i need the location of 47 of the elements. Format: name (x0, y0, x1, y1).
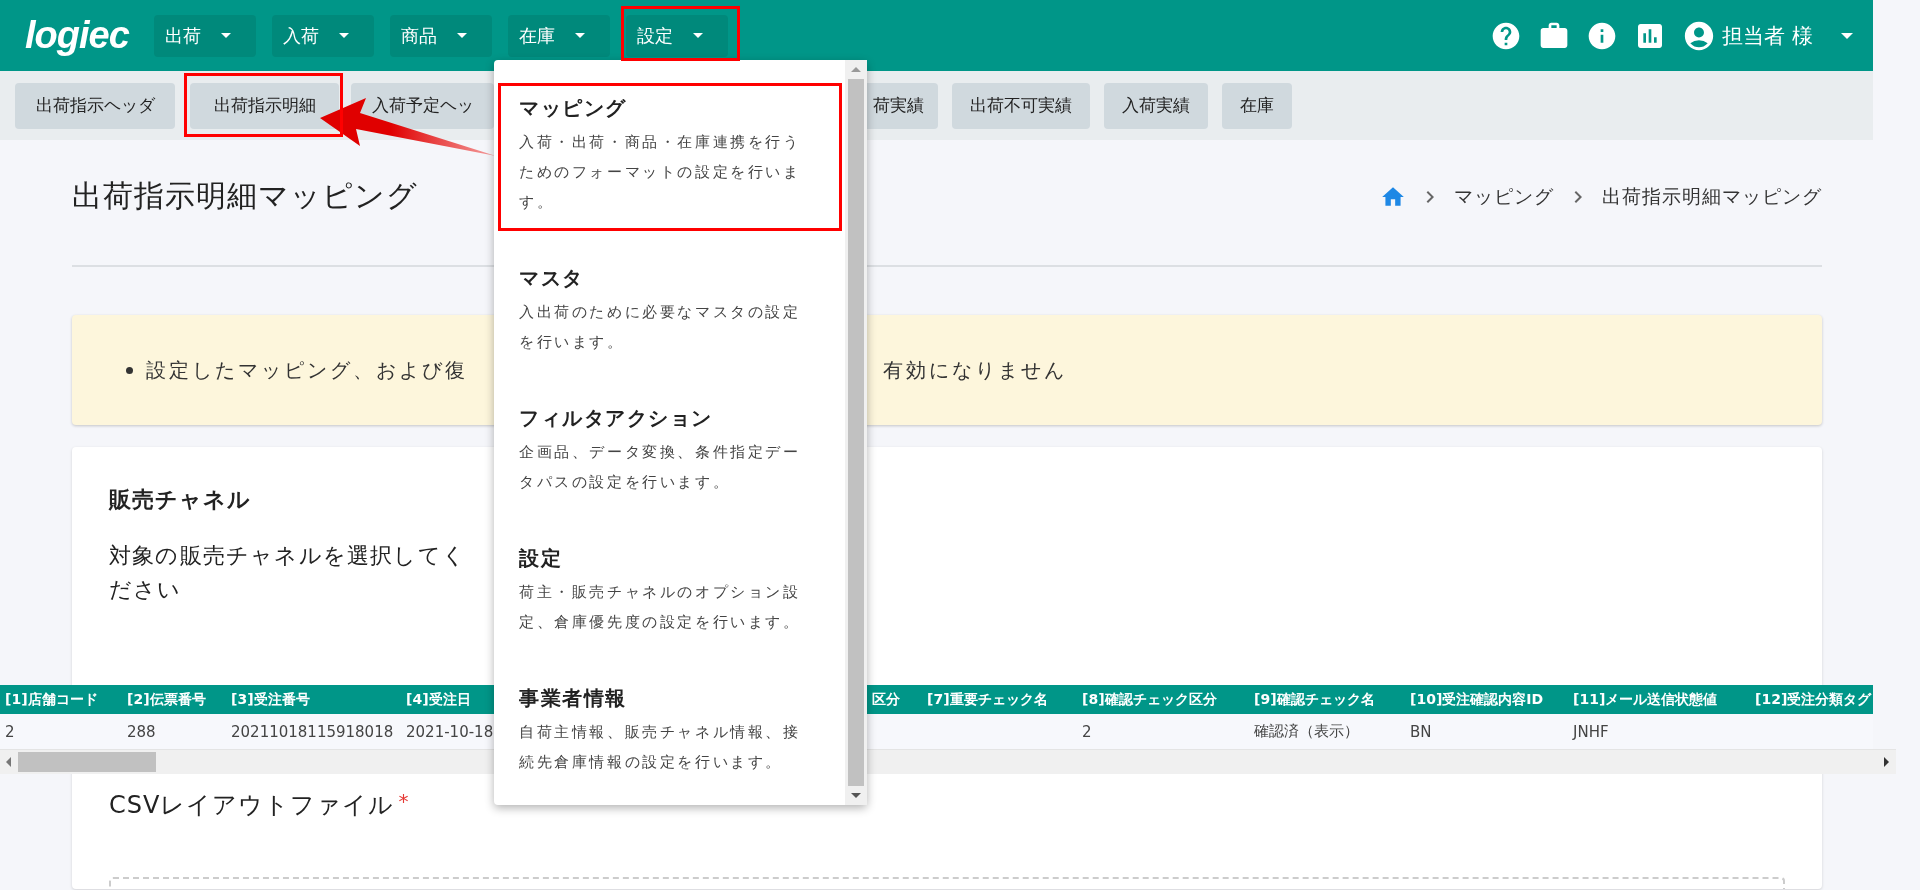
breadcrumb-item: 出荷指示明細マッピング (1602, 183, 1822, 209)
menu-item[interactable]: フィルタアクション 企画品、データ変換、条件指定データパスの設定を行います。 (494, 381, 845, 521)
sub-tab[interactable]: 荷実績 (867, 82, 938, 129)
table-cell-text: 2 (4, 722, 15, 741)
table-cell-text: 2 (1081, 722, 1092, 741)
sub-tab[interactable]: 出荷不可実績 (952, 82, 1090, 129)
column-header: [12]受注分類タグ (1754, 690, 1872, 709)
sub-tab[interactable]: 在庫 (1222, 82, 1292, 129)
menu-button[interactable]: 入荷 (271, 14, 374, 57)
table-cell-text: BN (1409, 722, 1432, 741)
menu-item[interactable]: マスタ 入出荷のために必要なマスタの設定を行います。 (494, 241, 845, 381)
notice-text: 設定したマッピング、および復 (146, 356, 468, 384)
user-menu[interactable]: 担当者 様 (1682, 18, 1853, 53)
menu-item[interactable]: マッピング 入荷・出荷・商品・在庫連携を行うためのフォーマットの設定を行います。 (494, 71, 845, 241)
sub-tab[interactable]: 入荷予定ヘッ (351, 82, 494, 129)
column-header: 区分 (871, 690, 900, 709)
sub-tab[interactable]: 出荷指示ヘッダ (15, 82, 175, 129)
menu-button[interactable]: 設定 (625, 14, 728, 57)
table-cell-text: 確認済（表示） (1253, 722, 1359, 741)
section-title: 販売チャネル (109, 486, 251, 514)
page-title: 出荷指示明細マッピング (72, 177, 418, 215)
required-mark: * (398, 789, 410, 815)
field-label: CSVレイアウトファイル (109, 790, 395, 821)
table-cell-text: 288 (126, 722, 156, 741)
notice-text: 有効になりません (883, 356, 1067, 384)
table-cell-text: 2021-10-18 (405, 722, 494, 741)
table-cell-text: 20211018115918018 (230, 722, 394, 741)
column-header: [4]受注日 (405, 690, 471, 709)
column-header: [3]受注番号 (230, 690, 310, 709)
column-header: [10]受注確認内容ID (1409, 690, 1544, 709)
sub-tab[interactable]: 出荷指示明細 (190, 82, 339, 129)
sub-tab[interactable]: 入荷実績 (1104, 82, 1208, 129)
logo[interactable]: logiec (25, 14, 129, 57)
column-header: [2]伝票番号 (126, 690, 206, 709)
menu-item[interactable]: 設定 荷主・販売チャネルのオプション設定、倉庫優先度の設定を行います。 (494, 521, 845, 661)
menu-button[interactable]: 商品 (389, 14, 492, 57)
column-header: [1]店舗コード (4, 690, 98, 709)
menu-item[interactable]: 事業者情報 自荷主情報、販売チャネル情報、接続先倉庫情報の設定を行います。 (494, 661, 845, 801)
breadcrumb-item[interactable]: マッピング (1454, 183, 1554, 210)
column-header: [8]確認チェック区分 (1081, 690, 1217, 709)
section-description: 対象の販売チャネルを選択してください (109, 542, 467, 604)
column-header: [11]メール送信状態値 (1572, 690, 1718, 709)
menu-button[interactable]: 出荷 (153, 14, 256, 57)
table-cell-text: JNHF (1571, 722, 1609, 741)
column-header: [7]重要チェック名 (926, 690, 1048, 709)
menu-button[interactable]: 在庫 (507, 14, 610, 57)
column-header: [9]確認チェック名 (1253, 690, 1375, 709)
